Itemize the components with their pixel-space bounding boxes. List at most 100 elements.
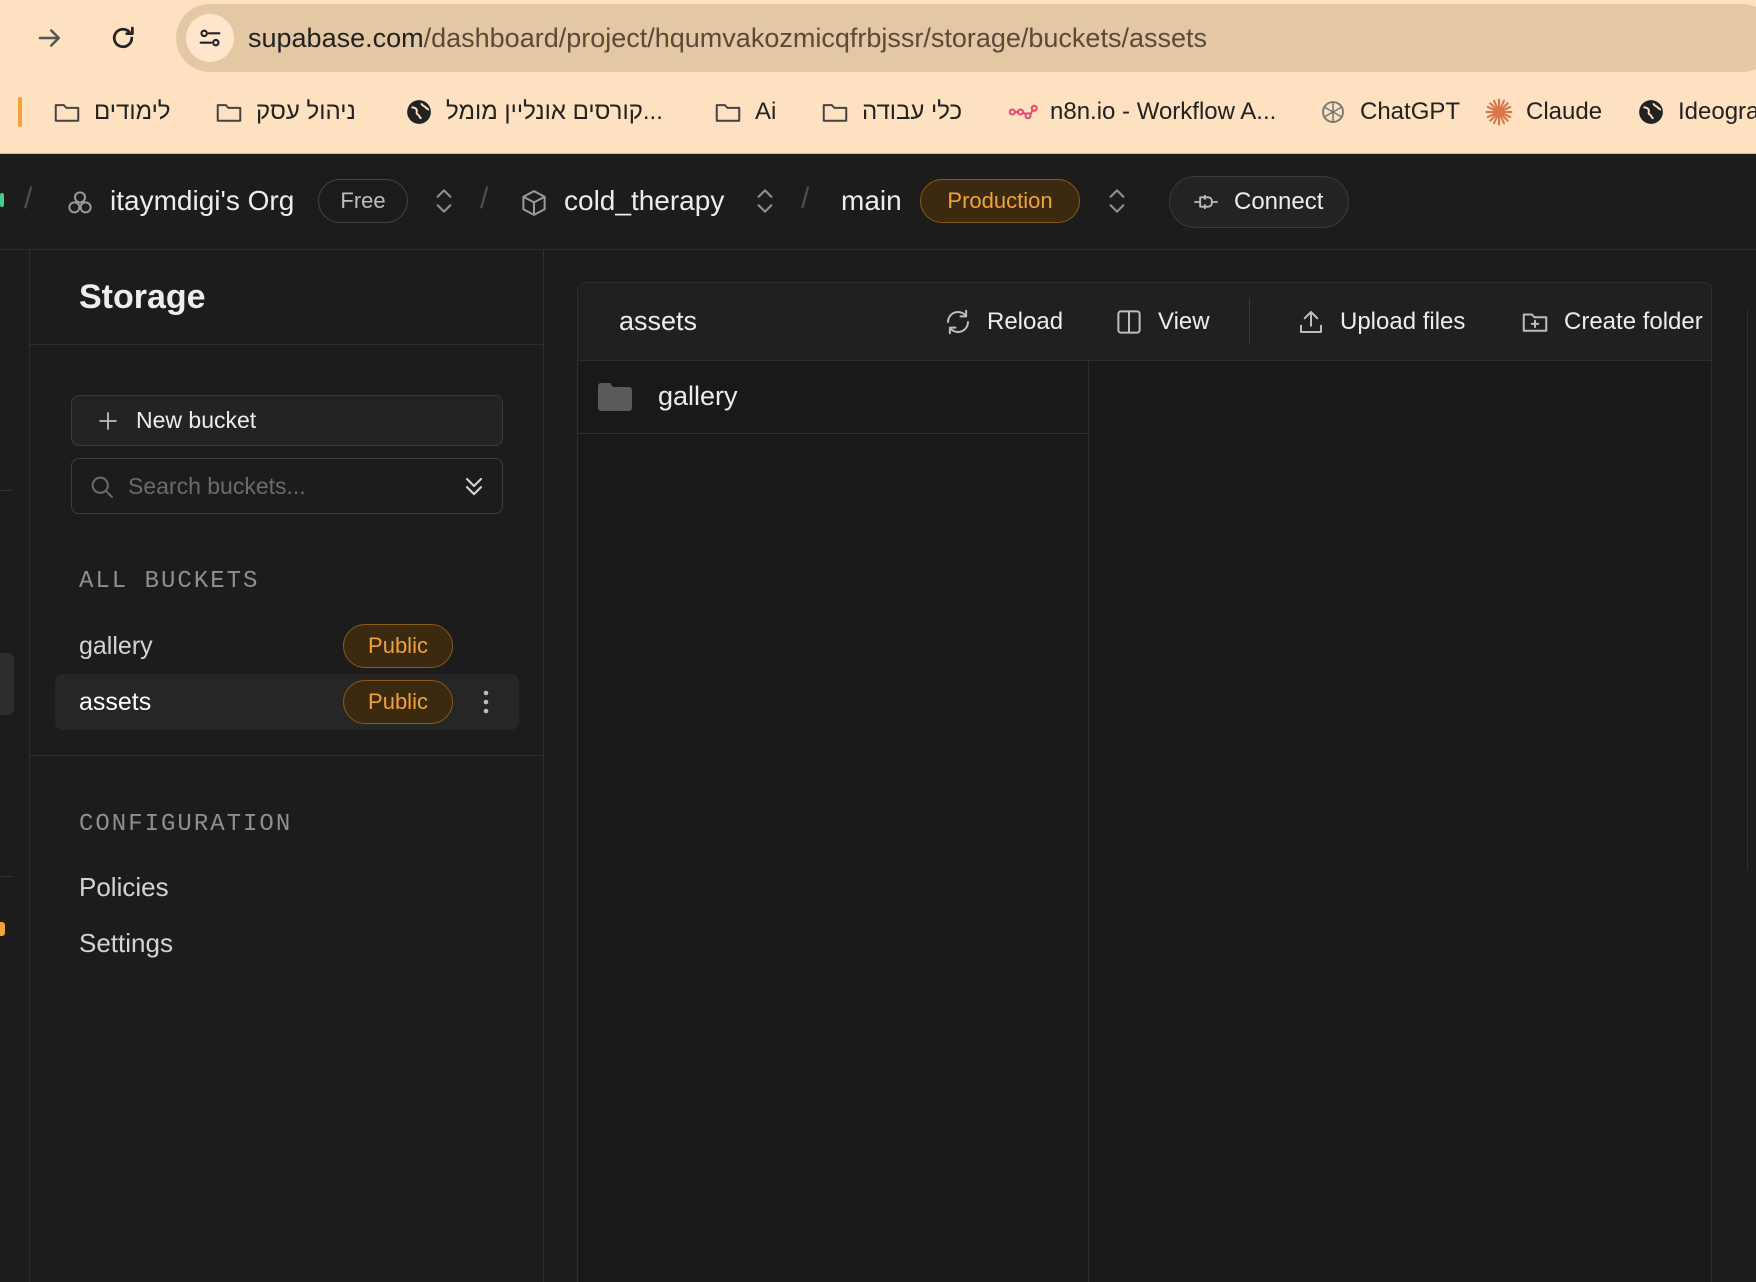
- refresh-icon: [947, 309, 969, 335]
- sidebar-item-policies[interactable]: Policies: [79, 872, 169, 903]
- org-name[interactable]: itaymdigi's Org: [110, 185, 294, 217]
- bookmark-5[interactable]: n8n.io - Workflow A...: [1008, 92, 1276, 132]
- section-label-buckets: ALL BUCKETS: [79, 568, 260, 595]
- globe-icon: [407, 100, 431, 124]
- address-bar[interactable]: supabase.com/dashboard/project/hqumvakoz…: [176, 4, 1756, 72]
- bucket-item-assets[interactable]: assets Public: [55, 674, 519, 730]
- browser-chrome: supabase.com/dashboard/project/hqumvakoz…: [0, 0, 1756, 154]
- breadcrumb-separator: /: [24, 182, 33, 215]
- bookmark-0[interactable]: לימודים: [52, 92, 171, 132]
- bookmark-label: כלי עבודה: [862, 98, 963, 125]
- box-icon: [522, 190, 546, 216]
- folder-icon: [216, 104, 242, 122]
- folder-icon: [822, 104, 848, 122]
- public-badge: Public: [343, 624, 453, 668]
- page-title: Storage: [79, 278, 206, 316]
- toolbar-divider: [1249, 299, 1250, 345]
- explorer-column: gallery: [578, 361, 1089, 1282]
- project-topbar: / itaymdigi's Org Free / cold_therapy / …: [0, 154, 1756, 250]
- tune-icon: [199, 29, 221, 47]
- new-bucket-button[interactable]: New bucket: [71, 395, 503, 446]
- connect-label: Connect: [1234, 188, 1324, 215]
- bucket-name: assets: [79, 688, 152, 716]
- explorer-panel: assets Reload View Upload files Create f…: [577, 282, 1712, 1282]
- tab-group-marker: [18, 97, 22, 127]
- plug-icon: [1194, 195, 1218, 209]
- bucket-search: [71, 458, 503, 514]
- upload-icon: [1300, 311, 1322, 333]
- new-bucket-label: New bucket: [136, 407, 257, 433]
- bookmark-label: n8n.io - Workflow A...: [1050, 98, 1277, 125]
- globe-icon: [1639, 100, 1663, 124]
- sidebar-item-settings[interactable]: Settings: [79, 928, 173, 959]
- project-name[interactable]: cold_therapy: [564, 185, 724, 217]
- chevrons-down-icon[interactable]: [460, 472, 488, 500]
- upload-files-button[interactable]: Upload files: [1296, 301, 1465, 343]
- reload-page-button[interactable]: [99, 14, 147, 62]
- folder-icon: [54, 104, 80, 122]
- chevron-updown-icon[interactable]: [1104, 184, 1130, 218]
- rail-divider: [0, 490, 12, 491]
- url-host: supabase.com: [248, 23, 424, 53]
- chevron-updown-icon[interactable]: [752, 184, 778, 218]
- create-folder-button[interactable]: Create folder: [1520, 301, 1703, 343]
- plan-badge: Free: [318, 179, 408, 223]
- bookmark-7[interactable]: Claude: [1484, 92, 1602, 132]
- bookmark-label: Ideogra: [1678, 98, 1756, 125]
- claude-icon: [1485, 98, 1513, 126]
- site-info-button[interactable]: [186, 14, 234, 62]
- rail-item-storage[interactable]: [0, 653, 14, 715]
- chatgpt-icon: [1322, 101, 1344, 123]
- bookmark-label: Ai: [755, 98, 777, 125]
- url-text[interactable]: supabase.com/dashboard/project/hqumvakoz…: [248, 23, 1207, 54]
- bookmark-label: Claude: [1526, 98, 1603, 125]
- bookmark-3[interactable]: Ai: [713, 92, 776, 132]
- bookmark-8[interactable]: Ideogra: [1636, 92, 1756, 132]
- connect-button[interactable]: Connect: [1169, 176, 1349, 228]
- breadcrumb-separator: /: [480, 182, 489, 215]
- bookmark-label: ChatGPT: [1360, 98, 1461, 125]
- folder-icon: [598, 383, 632, 411]
- columns-icon: [1117, 310, 1141, 334]
- branch-name[interactable]: main: [841, 185, 902, 217]
- bookmark-label: לימודים: [94, 98, 171, 125]
- reload-button[interactable]: Reload: [943, 301, 1063, 343]
- view-label: View: [1158, 308, 1210, 335]
- file-explorer: assets Reload View Upload files Create f…: [544, 250, 1756, 1282]
- status-indicator: [0, 193, 4, 207]
- rail-divider: [0, 876, 12, 877]
- organization-icon: [68, 191, 92, 214]
- folder-icon: [715, 104, 741, 122]
- environment-badge: Production: [920, 179, 1080, 223]
- n8n-icon: [1008, 104, 1038, 120]
- arrow-right-icon: [38, 29, 60, 47]
- create-folder-label: Create folder: [1564, 308, 1703, 335]
- explorer-header: assets Reload View Upload files Create f…: [578, 283, 1711, 361]
- search-input[interactable]: [128, 471, 448, 501]
- bucket-item-gallery[interactable]: gallery Public: [55, 618, 519, 674]
- bookmark-label: קורסים אונליין מומל...: [446, 98, 663, 125]
- breadcrumb-separator: /: [801, 182, 810, 215]
- bucket-title: assets: [619, 306, 698, 336]
- rail-notification-dot: [0, 922, 5, 936]
- reload-label: Reload: [987, 308, 1064, 335]
- plus-icon: [99, 411, 117, 430]
- divider: [30, 344, 544, 345]
- search-icon: [91, 476, 113, 498]
- section-label-configuration: CONFIGURATION: [79, 811, 293, 838]
- list-item[interactable]: gallery: [578, 361, 1088, 434]
- chevron-updown-icon[interactable]: [431, 184, 457, 218]
- bookmark-2[interactable]: קורסים אונליין מומל...: [404, 92, 663, 132]
- bookmark-4[interactable]: כלי עבודה: [820, 92, 962, 132]
- refresh-icon: [112, 26, 134, 49]
- more-vertical-icon[interactable]: [481, 688, 491, 716]
- bookmark-1[interactable]: ניהול עסק: [214, 92, 356, 132]
- forward-button[interactable]: [26, 14, 74, 62]
- view-button[interactable]: View: [1114, 301, 1210, 343]
- divider: [30, 755, 544, 756]
- bookmark-6[interactable]: ChatGPT: [1318, 92, 1460, 132]
- item-name: gallery: [658, 381, 738, 411]
- bookmark-label: ניהול עסק: [256, 98, 356, 125]
- upload-label: Upload files: [1340, 308, 1466, 335]
- bucket-name: gallery: [79, 632, 153, 660]
